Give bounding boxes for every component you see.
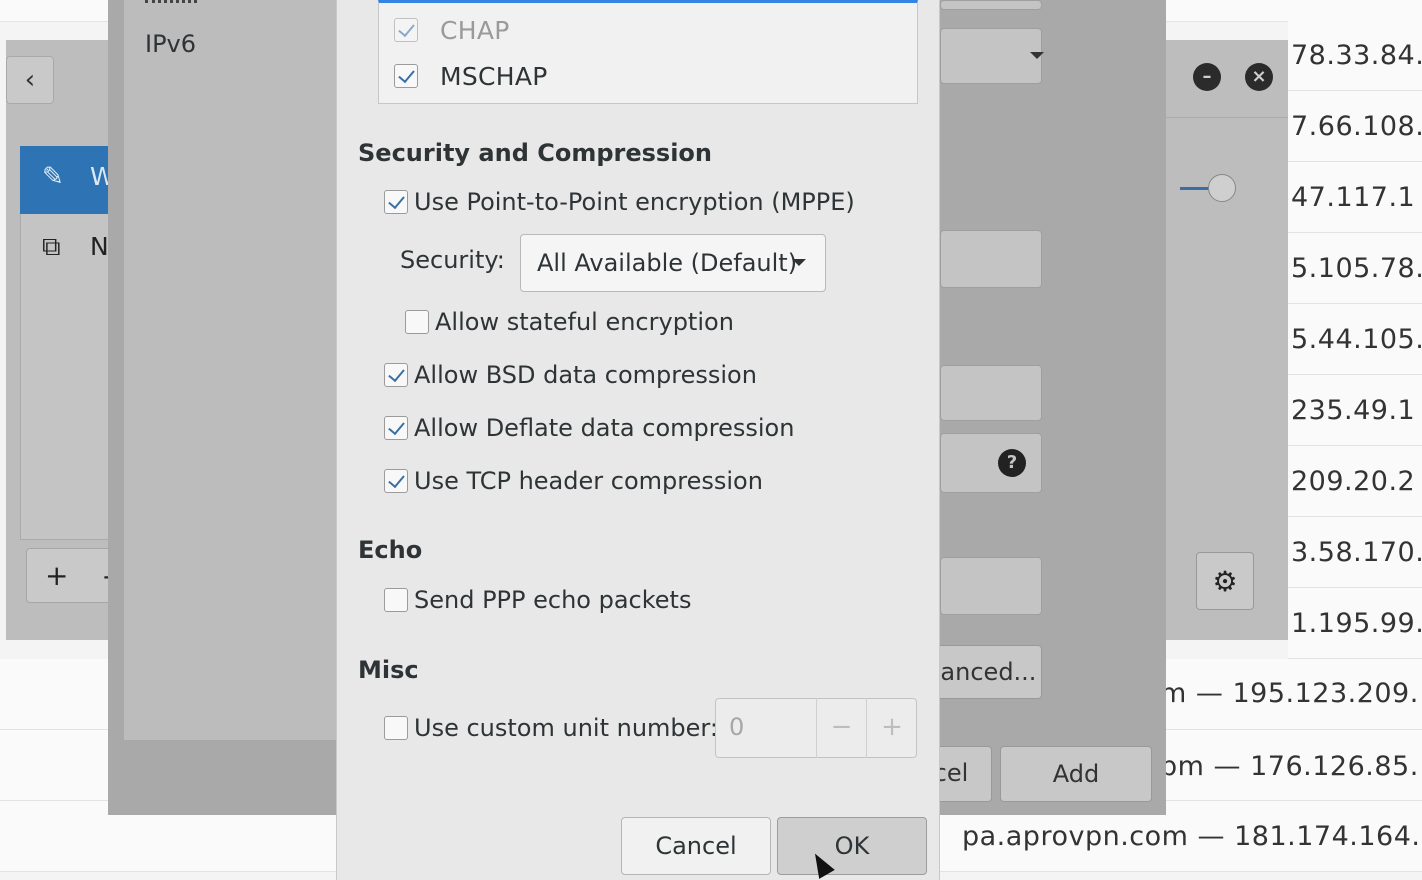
chevron-down-icon	[792, 259, 806, 266]
network-icon: ⧉	[42, 232, 61, 262]
vpn-sidebar-item-ipv4[interactable]	[145, 0, 197, 8]
server-address: m — 195.123.209.	[1160, 678, 1419, 709]
gateway-input[interactable]	[940, 230, 1042, 288]
tcp-header-compression-label: Use TCP header compression	[414, 467, 763, 495]
wireless-icon: ✎	[42, 162, 64, 192]
unit-decrement-button[interactable]: −	[816, 698, 866, 758]
custom-unit-checkbox[interactable]	[384, 716, 408, 740]
misc-section-title: Misc	[358, 656, 419, 684]
close-button[interactable]: ×	[1245, 63, 1273, 91]
echo-section-title: Echo	[358, 536, 423, 564]
sidebar-item-label: N	[90, 232, 109, 261]
use-mppe-checkbox[interactable]	[384, 190, 408, 214]
ok-button[interactable]: OK	[777, 817, 927, 875]
minimize-button[interactable]: –	[1193, 63, 1221, 91]
custom-unit-label: Use custom unit number:	[414, 714, 718, 742]
toggle-switch[interactable]	[1208, 174, 1236, 202]
sidebar-item-network[interactable]: ⧉ N	[20, 216, 115, 280]
bsd-compression-checkbox[interactable]	[384, 363, 408, 387]
server-address: pa.aprovpn.com — 181.174.164.	[962, 821, 1421, 852]
help-icon[interactable]: ?	[998, 449, 1026, 477]
vpn-add-button[interactable]: Add	[1000, 746, 1152, 802]
deflate-compression-label: Allow Deflate data compression	[414, 414, 795, 442]
toggle-track	[1180, 187, 1210, 190]
deflate-compression-option[interactable]: Allow Deflate data compression	[384, 412, 794, 444]
server-address: 235.49.1	[1291, 395, 1416, 426]
use-mppe-label: Use Point-to-Point encryption (MPPE)	[414, 188, 855, 216]
unit-increment-button[interactable]: +	[866, 698, 917, 758]
chap-checkbox[interactable]	[394, 18, 418, 42]
advanced-button-label: Advanced...	[937, 658, 1037, 686]
cancel-button[interactable]: Cancel	[621, 817, 771, 875]
use-mppe-option[interactable]: Use Point-to-Point encryption (MPPE)	[384, 186, 855, 218]
gear-icon: ⚙	[1212, 564, 1238, 598]
bsd-compression-option[interactable]: Allow BSD data compression	[384, 359, 757, 391]
security-select[interactable]: All Available (Default)	[520, 234, 826, 292]
vpn-type-select[interactable]	[940, 28, 1042, 84]
vpn-sidebar-item-ipv6[interactable]: IPv6	[145, 30, 196, 58]
vpn-sidebar	[124, 0, 338, 740]
server-address: 5.105.78.	[1291, 253, 1422, 284]
auth-method-label: CHAP	[440, 15, 510, 45]
auth-method-mschap[interactable]: MSCHAP	[394, 56, 548, 96]
tcp-header-compression-checkbox[interactable]	[384, 469, 408, 493]
server-address: 1.195.99.	[1291, 608, 1422, 639]
stateful-encryption-checkbox[interactable]	[405, 310, 429, 334]
chevron-down-icon	[1030, 52, 1044, 59]
security-label: Security:	[400, 246, 505, 274]
back-button[interactable]: ‹	[6, 56, 54, 104]
send-echo-checkbox[interactable]	[384, 588, 408, 612]
mschap-checkbox[interactable]	[394, 64, 418, 88]
ntdomain-input[interactable]	[940, 557, 1042, 615]
chevron-left-icon: ‹	[24, 65, 36, 95]
send-echo-label: Send PPP echo packets	[414, 586, 692, 614]
deflate-compression-checkbox[interactable]	[384, 416, 408, 440]
server-address: 7.66.108.	[1291, 111, 1422, 142]
server-address: pm — 176.126.85.	[1160, 751, 1419, 782]
vpn-field[interactable]	[940, 0, 1042, 10]
server-address: 78.33.84.	[1291, 40, 1422, 71]
tcp-header-compression-option[interactable]: Use TCP header compression	[384, 465, 763, 497]
server-address: 47.117.1	[1291, 182, 1416, 213]
vpn-cancel-label: Cancel	[936, 759, 969, 787]
custom-unit-option[interactable]: Use custom unit number:	[384, 712, 718, 744]
settings-button[interactable]: ⚙	[1196, 552, 1254, 610]
auth-method-label: MSCHAP	[440, 61, 548, 91]
server-address: 5.44.105.	[1291, 324, 1422, 355]
username-input[interactable]	[940, 365, 1042, 421]
send-echo-option[interactable]: Send PPP echo packets	[384, 584, 691, 616]
stateful-encryption-label: Allow stateful encryption	[435, 308, 734, 336]
server-address: 3.58.170.	[1291, 537, 1422, 568]
security-section-title: Security and Compression	[358, 139, 712, 167]
add-connection-button[interactable]: +	[45, 559, 68, 592]
server-address: 209.20.2	[1291, 466, 1416, 497]
add-connection-group: + -	[26, 548, 121, 603]
sidebar-item-wireless[interactable]: ✎ W	[20, 146, 115, 214]
password-input[interactable]	[940, 433, 1042, 493]
unit-number-input[interactable]: 0	[715, 698, 815, 758]
advanced-button[interactable]: Advanced...	[936, 645, 1042, 699]
vpn-cancel-button[interactable]: Cancel	[936, 746, 992, 802]
stateful-encryption-option[interactable]: Allow stateful encryption	[405, 306, 734, 338]
security-select-value: All Available (Default)	[537, 249, 798, 277]
auth-method-chap[interactable]: CHAP	[394, 10, 510, 50]
bsd-compression-label: Allow BSD data compression	[414, 361, 757, 389]
